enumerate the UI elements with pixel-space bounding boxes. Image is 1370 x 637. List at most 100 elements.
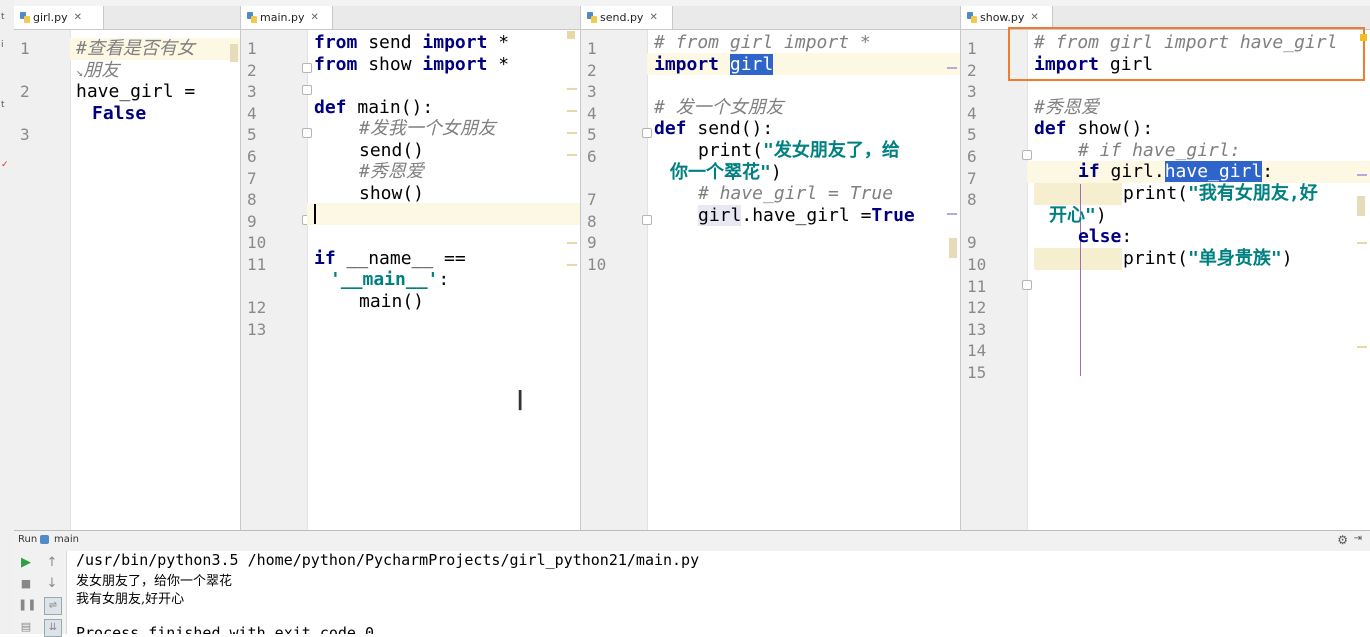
tab-main-py[interactable]: main.py ✕ (241, 6, 333, 29)
tab-bar: main.py ✕ (241, 6, 580, 30)
warning-stripe-mark[interactable] (1360, 34, 1367, 41)
code-line[interactable]: print("发女朋友了，给 (698, 140, 900, 162)
code-line[interactable]: # from girl import have_girl (1034, 32, 1337, 54)
fold-marker-icon[interactable] (1022, 150, 1032, 160)
line-number: 2 (247, 61, 257, 80)
code-line[interactable]: import girl (654, 54, 774, 76)
dump-threads-icon[interactable]: ▤ (18, 619, 34, 635)
code-line[interactable]: # from girl import * (654, 32, 871, 54)
editor-pane-girl[interactable]: girl.py ✕ 1 2 3 #查看是否有女 ↘朋友 have_girl = … (14, 6, 241, 530)
code-text: * (487, 32, 510, 53)
error-stripe-mark[interactable] (567, 88, 577, 90)
arrow-up-icon[interactable]: ↑ (44, 555, 60, 571)
soft-wrap-icon[interactable]: ⇌ (44, 597, 62, 615)
string-literal: 你一个翠花" (670, 162, 771, 183)
error-stripe-mark[interactable] (567, 110, 577, 112)
error-stripe-mark[interactable] (1357, 196, 1365, 216)
stop-icon[interactable]: ■ (18, 576, 34, 592)
code-line[interactable]: # 发一个女朋友 (654, 97, 784, 119)
error-stripe-mark[interactable] (567, 132, 577, 134)
close-icon[interactable]: ✕ (649, 12, 657, 23)
console-line: 我有女朋友,好开心 (76, 592, 185, 607)
code-line-wrap[interactable]: '__main__': (330, 269, 449, 291)
code-line[interactable]: print("单身贵族") (1123, 248, 1293, 270)
code-line[interactable]: show() (359, 183, 424, 205)
error-stripe-mark[interactable] (1357, 242, 1367, 244)
fold-marker-icon[interactable] (642, 128, 652, 138)
code-line[interactable]: have_girl = (76, 81, 195, 103)
editor-pane-send[interactable]: send.py ✕ 1 2 3 4 5 6 7 8 9 10 # from gi… (581, 6, 961, 530)
tab-show-py[interactable]: show.py ✕ (961, 6, 1053, 29)
editor-pane-show[interactable]: show.py ✕ 1 2 3 4 5 6 7 8 9 10 11 12 13 … (961, 6, 1370, 530)
scroll-to-end-icon[interactable]: ⇊ (44, 619, 62, 637)
code-line-wrap[interactable]: False (92, 103, 146, 125)
code-line[interactable]: # have_girl = True (698, 183, 893, 205)
code-line[interactable]: #发我一个女朋友 (359, 118, 496, 140)
line-number: 8 (967, 190, 977, 209)
pause-icon[interactable]: ❚❚ (18, 597, 36, 613)
tool-strip-label: i (1, 40, 4, 50)
code-text: print( (1123, 183, 1189, 204)
code-line[interactable]: send() (359, 140, 424, 162)
line-number: 6 (587, 147, 597, 166)
indent-highlight (1034, 248, 1122, 270)
code-line[interactable]: def send(): (654, 118, 773, 140)
code-line[interactable]: def main(): (314, 97, 433, 119)
code-line[interactable]: from send import * (314, 32, 509, 54)
fold-marker-icon[interactable] (642, 215, 652, 225)
error-stripe-mark[interactable] (567, 154, 577, 156)
code-line[interactable]: #查看是否有女 (76, 38, 195, 60)
close-icon[interactable]: ✕ (310, 12, 318, 23)
gear-icon[interactable]: ⚙ (1337, 533, 1348, 547)
close-icon[interactable]: ✕ (74, 12, 82, 23)
line-number: 5 (247, 125, 257, 144)
code-line[interactable]: if __name__ == (314, 248, 466, 270)
line-number: 6 (967, 147, 977, 166)
keyword: if (1078, 161, 1100, 182)
error-stripe-mark[interactable] (567, 264, 577, 266)
tab-send-py[interactable]: send.py ✕ (581, 6, 673, 29)
error-stripe-mark[interactable] (949, 238, 957, 258)
run-icon[interactable]: ▶ (18, 555, 34, 571)
tab-girl-py[interactable]: girl.py ✕ (14, 6, 104, 29)
code-line[interactable]: #秀恩爱 (1034, 97, 1099, 119)
selected-text: have_girl (1164, 161, 1263, 182)
code-line-wrap[interactable]: 你一个翠花") (670, 162, 782, 184)
error-stripe-mark[interactable] (1357, 346, 1367, 348)
code-line[interactable]: # if have_girl: (1078, 140, 1241, 162)
fold-marker-icon[interactable] (302, 128, 312, 138)
fold-marker-icon[interactable] (302, 63, 312, 73)
error-stripe-mark[interactable] (947, 67, 957, 69)
error-stripe-mark[interactable] (567, 31, 575, 39)
code-line[interactable]: print("我有女朋友,好 (1123, 183, 1318, 205)
error-stripe-mark[interactable] (1357, 174, 1367, 176)
close-icon[interactable]: ✕ (1030, 12, 1038, 23)
run-tool-header: Run main ⚙ ⇥ (14, 530, 1370, 552)
code-line[interactable]: from show import * (314, 54, 509, 76)
code-line[interactable]: if girl.have_girl: (1078, 161, 1273, 183)
hide-panel-icon[interactable]: ⇥ (1354, 533, 1362, 544)
code-line[interactable]: main() (359, 291, 424, 313)
editor-pane-main[interactable]: main.py ✕ 1 2 3 4 5 6 7 8 9 10 11 12 13 … (241, 6, 581, 530)
line-gutter: 1 2 3 4 5 6 7 8 9 10 11 12 13 14 15 (961, 30, 1032, 530)
run-config-name[interactable]: main (54, 534, 79, 545)
tool-strip-icon[interactable]: ✓ (1, 160, 13, 170)
code-line[interactable]: import girl (1034, 54, 1153, 76)
code-line[interactable]: #秀恩爱 (359, 161, 424, 183)
console-output[interactable]: /usr/bin/python3.5 /home/python/PycharmP… (67, 551, 1370, 634)
code-line-wrap[interactable]: 开心") (1049, 205, 1107, 227)
module-name: girl (1099, 54, 1154, 75)
error-stripe-mark[interactable] (947, 213, 957, 215)
fold-marker-icon[interactable] (1022, 280, 1032, 290)
keyword: True (871, 205, 915, 226)
code-line[interactable]: girl.have_girl =True (698, 205, 915, 227)
run-label: Run (18, 534, 38, 545)
fold-marker-icon[interactable] (302, 85, 312, 95)
error-stripe-mark[interactable] (567, 242, 577, 244)
keyword: else (1078, 226, 1122, 247)
code-line[interactable]: else: (1078, 226, 1132, 248)
line-number: 13 (247, 320, 267, 339)
error-stripe-mark[interactable] (230, 44, 238, 62)
code-line[interactable]: def show(): (1034, 118, 1153, 140)
arrow-down-icon[interactable]: ↓ (44, 576, 60, 592)
